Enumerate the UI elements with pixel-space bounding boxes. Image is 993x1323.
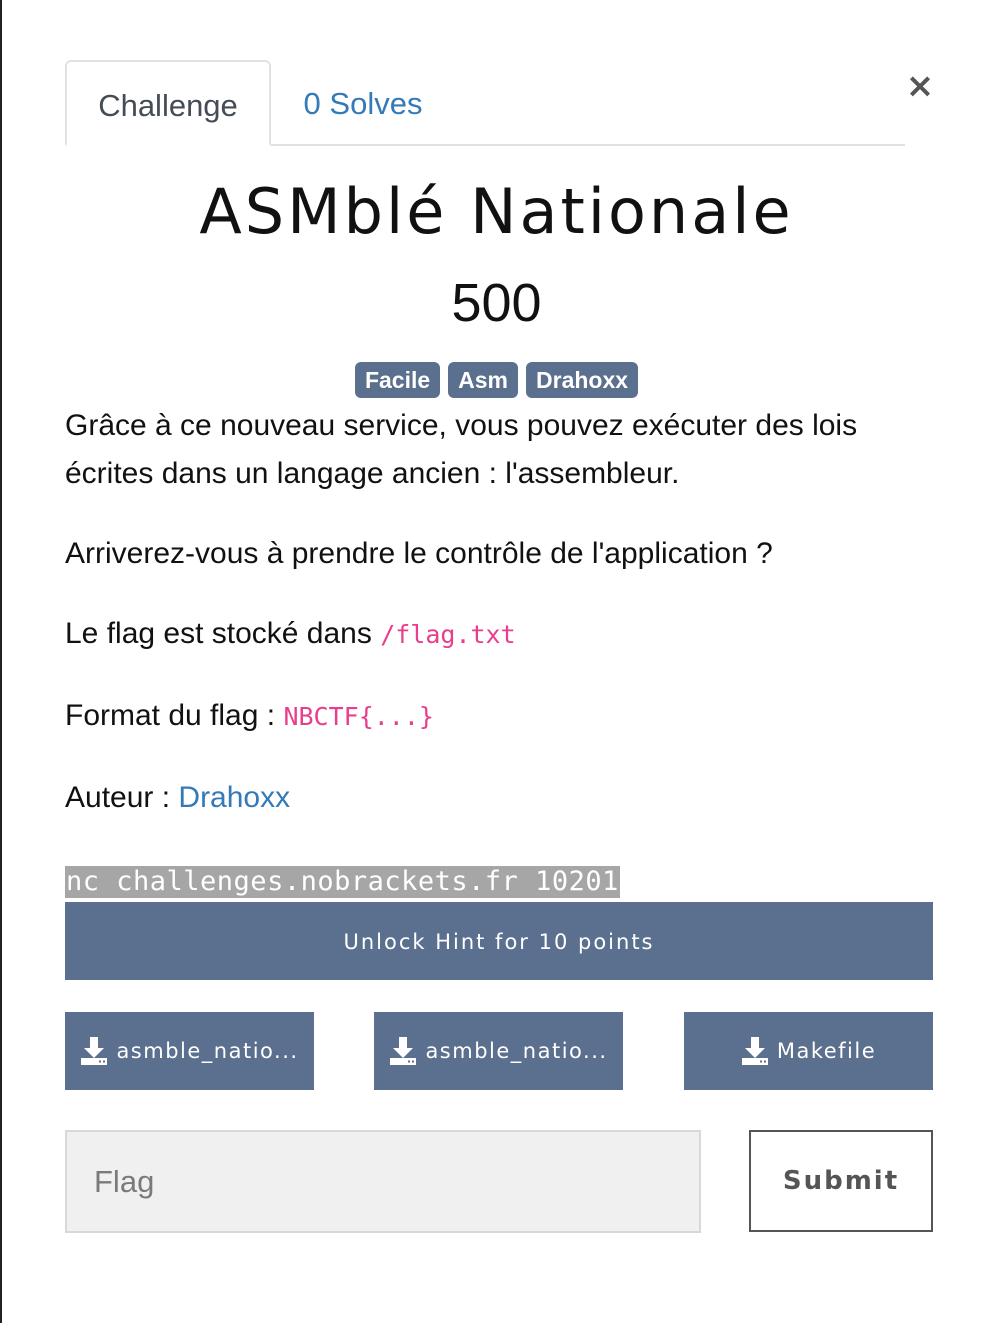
- file-name: asmble_natio...: [116, 1039, 299, 1063]
- download-file-button[interactable]: asmble_natio...: [374, 1012, 623, 1090]
- file-name: Makefile: [776, 1039, 877, 1063]
- tab-solves[interactable]: 0 Solves: [283, 60, 443, 144]
- download-file-button[interactable]: asmble_natio...: [65, 1012, 314, 1090]
- file-name: asmble_natio...: [425, 1039, 608, 1063]
- author-line: Auteur : Drahoxx: [65, 774, 290, 822]
- unlock-hint-button[interactable]: Unlock Hint for 10 points: [65, 902, 933, 980]
- tag-author: Drahoxx: [526, 362, 639, 398]
- download-icon: [741, 1037, 768, 1065]
- challenge-points: 500: [451, 273, 542, 333]
- flag-location-line: Le flag est stocké dans /flag.txt: [65, 610, 516, 659]
- flag-format-line: Format du flag : NBCTF{...}: [65, 692, 434, 741]
- tab-challenge[interactable]: Challenge: [65, 60, 271, 146]
- description-paragraph: Grâce à ce nouveau service, vous pouvez …: [65, 409, 858, 490]
- challenge-title: ASMblé Nationale: [199, 175, 794, 248]
- tag-list: Facile Asm Drahoxx: [0, 362, 993, 398]
- author-link[interactable]: Drahoxx: [178, 781, 290, 814]
- flag-location-text: Le flag est stocké dans: [65, 617, 381, 650]
- tab-bar: Challenge 0 Solves: [65, 60, 905, 146]
- submit-button[interactable]: Submit: [749, 1130, 933, 1232]
- description-paragraph: Arriverez-vous à prendre le contrôle de …: [65, 537, 773, 570]
- author-text: Auteur :: [65, 781, 179, 814]
- close-button[interactable]: ×: [903, 66, 937, 106]
- connection-command: nc challenges.nobrackets.fr 10201: [65, 866, 620, 898]
- tag-category: Asm: [448, 362, 519, 398]
- flag-format-text: Format du flag :: [65, 699, 284, 732]
- download-makefile-button[interactable]: Makefile: [684, 1012, 933, 1090]
- download-icon: [390, 1037, 417, 1065]
- tag-difficulty: Facile: [354, 362, 441, 398]
- download-icon: [81, 1037, 108, 1065]
- flag-format-code: NBCTF{...}: [283, 702, 434, 731]
- flag-path-code: /flag.txt: [380, 620, 516, 649]
- flag-input[interactable]: [65, 1130, 701, 1233]
